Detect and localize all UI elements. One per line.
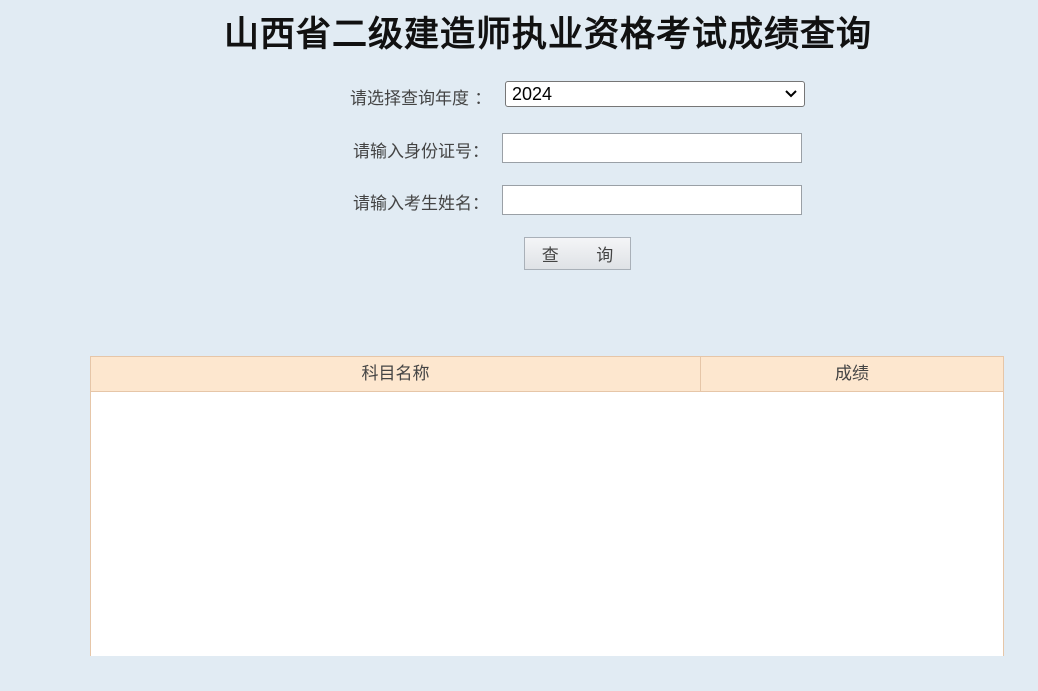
candidate-name-input[interactable] <box>502 185 802 215</box>
query-button[interactable]: 查 询 <box>524 237 631 270</box>
year-label: 请选择查询年度 ： <box>350 89 492 109</box>
chevron-down-icon <box>784 83 798 112</box>
page-title: 山西省二级建造师执业资格考试成绩查询 <box>223 14 872 55</box>
results-table-header: 科目名称 成绩 <box>91 357 1003 392</box>
id-number-label: 请输入身份证号： <box>353 142 489 162</box>
candidate-name-label: 请输入考生姓名： <box>353 194 489 214</box>
column-header-subject: 科目名称 <box>91 357 701 391</box>
column-header-score: 成绩 <box>835 364 869 384</box>
id-number-input[interactable] <box>502 133 802 163</box>
results-table: 科目名称 成绩 <box>90 356 1004 656</box>
year-select[interactable]: 2024 <box>505 81 805 107</box>
year-select-value: 2024 <box>512 84 553 104</box>
